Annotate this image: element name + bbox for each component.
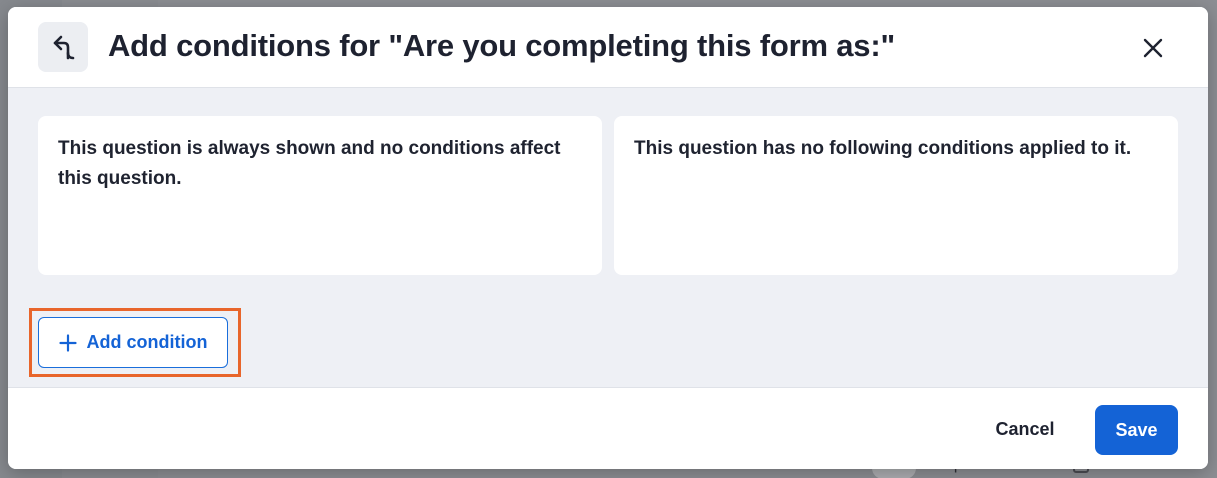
close-button[interactable] — [1136, 31, 1170, 65]
following-conditions-card: This question has no following condition… — [614, 116, 1178, 275]
add-condition-button[interactable]: Add condition — [38, 317, 228, 368]
conditions-modal: Add conditions for "Are you completing t… — [8, 7, 1208, 469]
shown-conditions-text: This question is always shown and no con… — [58, 138, 561, 189]
modal-title: Add conditions for "Are you completing t… — [108, 28, 895, 63]
modal-header: Add conditions for "Are you completing t… — [8, 7, 1208, 88]
conditional-branch-icon — [38, 22, 88, 72]
plus-icon — [58, 333, 77, 352]
close-icon — [1143, 38, 1163, 58]
following-conditions-text: This question has no following condition… — [634, 138, 1132, 159]
save-button[interactable]: Save — [1095, 405, 1178, 455]
shown-conditions-card: This question is always shown and no con… — [38, 116, 602, 275]
modal-footer: Cancel Save — [8, 387, 1208, 469]
cancel-button[interactable]: Cancel — [978, 411, 1072, 447]
add-condition-label: Add condition — [86, 332, 208, 352]
